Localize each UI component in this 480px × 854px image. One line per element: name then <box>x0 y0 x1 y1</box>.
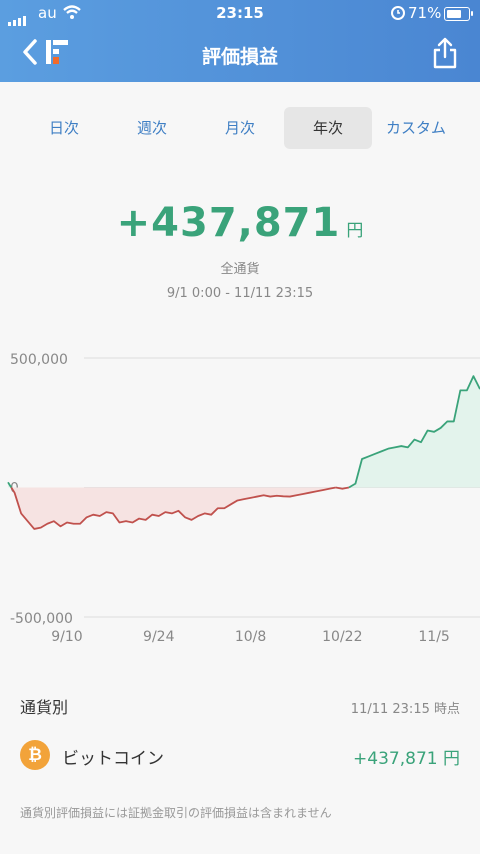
currency-profit: +437,871 円 <box>353 749 460 769</box>
period-range: 9/1 0:00 - 11/11 23:15 <box>166 286 314 301</box>
breakdown-timestamp: 11/11 23:15 時点 <box>350 702 460 717</box>
tab-monthly[interactable]: 月次 <box>196 107 284 149</box>
period-tabs: 日次 週次 月次 年次 カスタム <box>20 107 460 149</box>
currency-scope-label: 全通貨 <box>220 262 260 277</box>
bitcoin-icon: ₿ <box>20 740 50 770</box>
tab-weekly[interactable]: 週次 <box>108 107 196 149</box>
currency-name: ビットコイン <box>62 749 164 769</box>
breakdown-title: 通貨別 <box>20 698 69 717</box>
alarm-icon <box>391 6 405 20</box>
tab-daily[interactable]: 日次 <box>20 107 108 149</box>
currency-row-bitcoin[interactable]: ₿ ビットコイン +437,871 円 <box>0 730 480 778</box>
x-tick-label: 10/8 <box>235 629 266 645</box>
page-title: 評価損益 <box>201 46 278 68</box>
profit-unit: 円 <box>346 221 364 241</box>
share-icon[interactable] <box>430 36 460 70</box>
tab-yearly[interactable]: 年次 <box>284 107 372 149</box>
status-bar: au 23:15 71% <box>0 0 480 26</box>
profit-amount: +437,871 <box>116 200 341 246</box>
tab-custom[interactable]: カスタム <box>372 107 460 149</box>
profit-chart[interactable]: 500,0000-500,0009/109/2410/810/2211/5 <box>0 340 480 655</box>
battery-percent: 71% <box>408 4 442 22</box>
battery-icon <box>444 7 470 21</box>
x-tick-label: 9/10 <box>51 629 82 645</box>
total-profit: +437,871 円 <box>0 200 480 246</box>
disclaimer-note: 通貨別評価損益には証拠金取引の評価損益は含まれません <box>20 806 332 820</box>
loss-area <box>11 487 336 529</box>
app-header: au 23:15 71% 評価損益 <box>0 0 480 82</box>
x-tick-label: 11/5 <box>418 629 449 645</box>
y-tick-label: 500,000 <box>10 352 68 368</box>
x-tick-label: 10/22 <box>322 629 362 645</box>
x-tick-label: 9/24 <box>143 629 175 645</box>
y-tick-label: -500,000 <box>10 611 73 627</box>
